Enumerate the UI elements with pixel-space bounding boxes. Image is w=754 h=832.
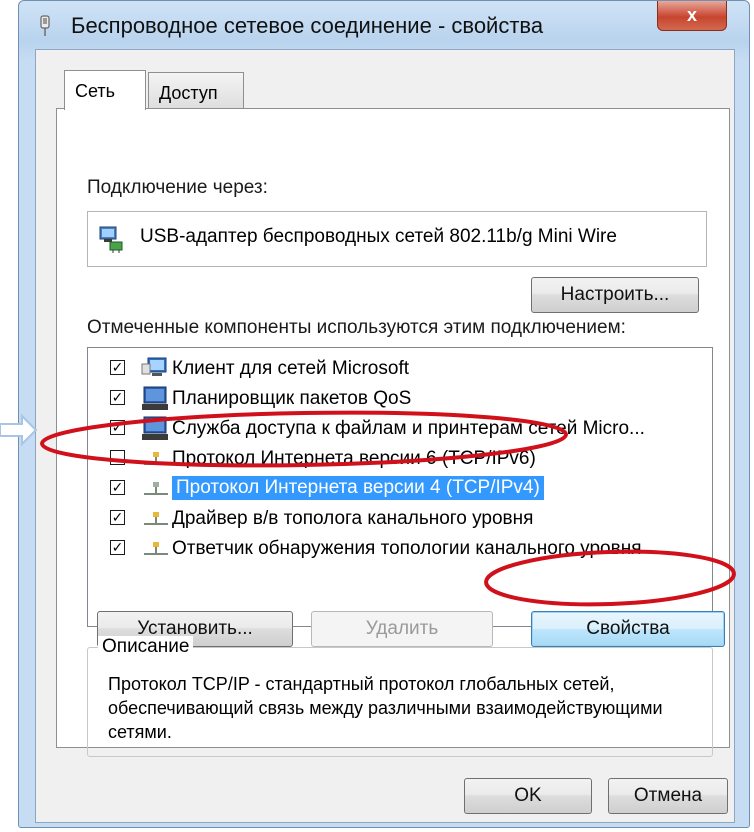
properties-dialog: Беспроводное сетевое соединение - свойст… [18, 0, 750, 828]
list-item[interactable]: ✓ Планировщик пакетов QoS [88, 384, 712, 414]
component-label: Ответчик обнаружения топологии канальног… [172, 538, 642, 559]
tab-network[interactable]: Сеть [64, 70, 146, 110]
component-checkbox[interactable]: ✓ [110, 510, 125, 525]
component-label: Протокол Интернета версии 4 (TCP/IPv4) [172, 476, 544, 500]
connect-via-label: Подключение через: [87, 177, 268, 198]
adapter-name: USB-адаптер беспроводных сетей 802.11b/g… [140, 226, 617, 247]
component-checkbox[interactable]: ✓ [110, 420, 125, 435]
ok-button[interactable]: OK [464, 778, 592, 814]
component-checkbox[interactable] [110, 450, 125, 465]
list-item-selected[interactable]: ✓ Протокол Интернета версии 4 (TCP/IPv4) [88, 474, 712, 504]
component-label: Протокол Интернета версии 6 (TCP/IPv6) [172, 448, 536, 469]
component-checkbox[interactable]: ✓ [110, 390, 125, 405]
network-adapter-icon [99, 226, 123, 253]
adapter-field: USB-адаптер беспроводных сетей 802.11b/g… [87, 211, 707, 267]
list-item[interactable]: ✓ Драйвер в/в тополога канального уровня [88, 504, 712, 534]
network-service-icon [142, 386, 168, 410]
network-client-icon [141, 357, 167, 376]
dialog-body: Сеть Доступ Подключение через: USB-адапт… [35, 49, 735, 823]
component-label: Драйвер в/в тополога канального уровня [172, 508, 534, 529]
list-item[interactable]: ✓ Служба доступа к файлам и принтерам се… [88, 414, 712, 444]
component-label: Планировщик пакетов QoS [172, 388, 412, 409]
uninstall-button[interactable]: Удалить [311, 611, 493, 647]
description-legend: Описание [98, 636, 194, 658]
component-label: Клиент для сетей Microsoft [172, 358, 409, 379]
close-button[interactable]: x [657, 1, 727, 31]
components-list[interactable]: ✓ Клиент для сетей Microsoft ✓ Планировщ… [87, 347, 713, 627]
network-service-icon [142, 416, 168, 440]
protocol-icon [144, 452, 168, 465]
title-bar[interactable]: Беспроводное сетевое соединение - свойст… [19, 1, 749, 49]
description-text: Протокол TCP/IP - стандартный протокол г… [108, 674, 663, 742]
tab-sharing[interactable]: Доступ [148, 72, 244, 108]
cancel-button[interactable]: Отмена [608, 778, 728, 814]
components-label: Отмеченные компоненты используются этим … [87, 317, 626, 338]
component-checkbox[interactable]: ✓ [110, 540, 125, 555]
properties-button[interactable]: Свойства [531, 611, 725, 647]
protocol-icon [144, 512, 168, 525]
window-title: Беспроводное сетевое соединение - свойст… [71, 13, 544, 38]
protocol-icon [144, 482, 168, 495]
component-label: Служба доступа к файлам и принтерам сете… [172, 418, 645, 439]
protocol-icon [144, 542, 168, 555]
component-checkbox[interactable]: ✓ [110, 480, 125, 495]
list-item[interactable]: ✓ Ответчик обнаружения топологии канальн… [88, 534, 712, 564]
tab-panel: Подключение через: USB-адаптер беспровод… [56, 108, 730, 757]
description-group: Описание Протокол TCP/IP - стандартный п… [87, 636, 713, 757]
configure-button[interactable]: Настроить... [531, 277, 699, 313]
list-item[interactable]: Протокол Интернета версии 6 (TCP/IPv6) [88, 444, 712, 474]
network-adapter-icon [40, 15, 50, 36]
component-checkbox[interactable]: ✓ [110, 360, 125, 375]
list-item[interactable]: ✓ Клиент для сетей Microsoft [88, 354, 712, 384]
